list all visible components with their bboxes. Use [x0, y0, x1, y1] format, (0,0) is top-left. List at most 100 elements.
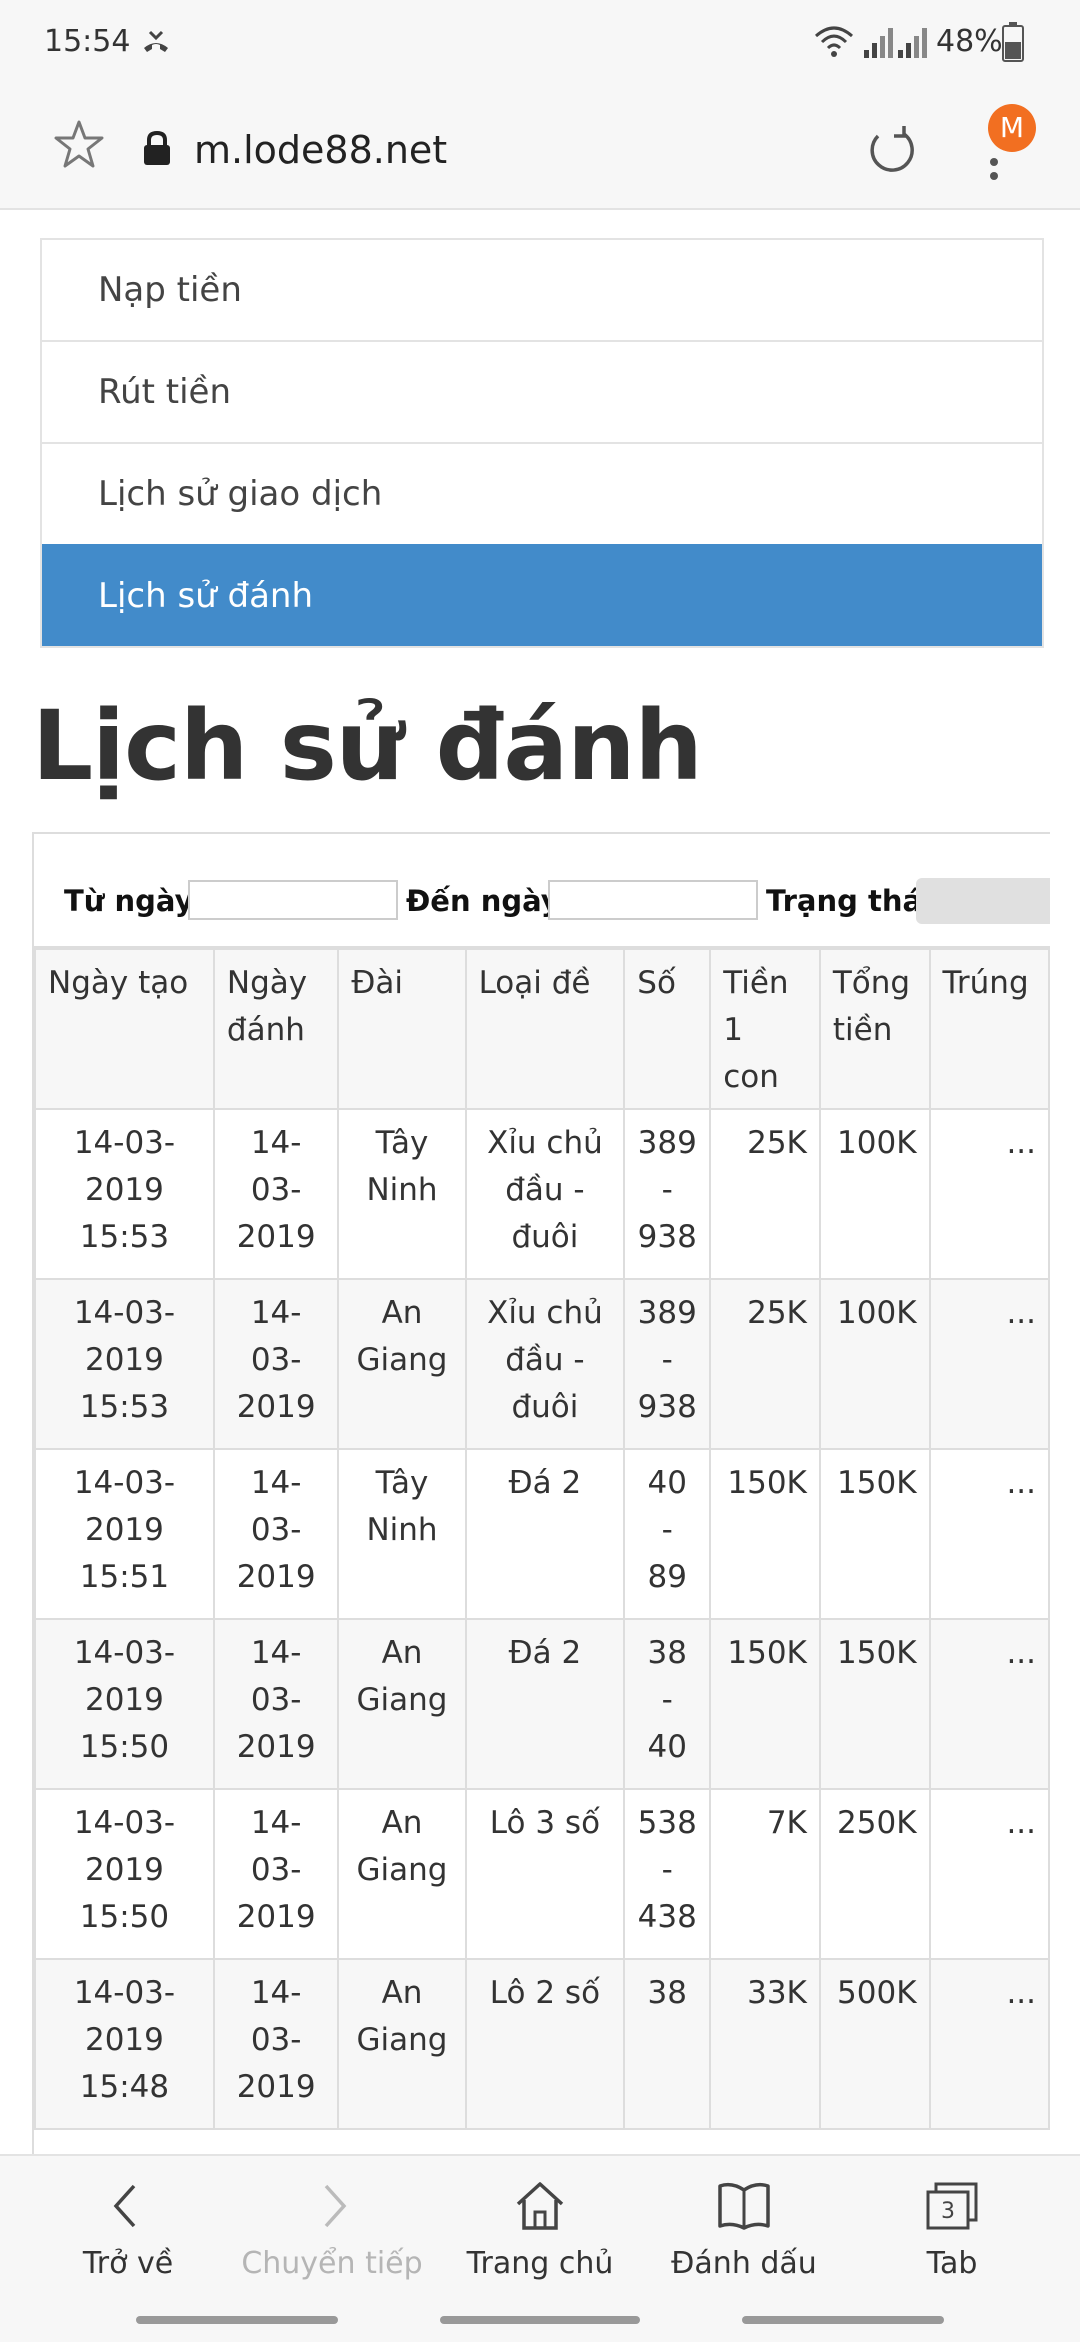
header-unit-amount[interactable]: Tiền 1 con	[709, 948, 821, 1110]
cell-bet-date: 14-03-2019	[212, 1958, 340, 2130]
home-icon	[516, 2182, 564, 2230]
missed-call-icon	[144, 30, 168, 52]
nav-bookmarks-label: Đánh dấu	[671, 2246, 817, 2281]
cell-bet-type: Lô 3 số	[464, 1788, 626, 1960]
cell-total-amount: 100K	[818, 1278, 931, 1450]
cell-total-amount: 500K	[818, 1958, 931, 2130]
nav-tabs-label: Tab	[926, 2246, 978, 2281]
cell-win: ...	[928, 1788, 1050, 1960]
cell-number: 389 - 938	[623, 1108, 712, 1280]
cell-station: An Giang	[337, 1278, 467, 1450]
cell-station: An Giang	[337, 1788, 467, 1960]
table-row: 14-03-2019 15:53 14-03-2019 Tây Ninh Xỉu…	[34, 1108, 1050, 1280]
nav-forward-button[interactable]: Chuyển tiếp	[232, 2176, 432, 2281]
header-bet-type[interactable]: Loại đề	[464, 948, 626, 1110]
cell-created: 14-03-2019 15:48	[34, 1958, 215, 2130]
cell-bet-date: 14-03-2019	[212, 1278, 340, 1450]
cell-win: ...	[928, 1108, 1050, 1280]
reload-icon[interactable]	[864, 122, 918, 176]
bookmark-book-icon	[718, 2182, 770, 2230]
tabs-icon: 3	[926, 2182, 978, 2230]
page-title: Lịch sử đánh	[32, 690, 703, 802]
tab-count: 3	[941, 2199, 955, 2224]
cell-unit-amount: 150K	[709, 1448, 821, 1620]
url-text[interactable]: m.lode88.net	[194, 128, 447, 172]
cell-total-amount: 100K	[818, 1108, 931, 1280]
battery-percent: 48%	[936, 24, 1003, 59]
table-row: 14-03-2019 15:48 14-03-2019 An Giang Lô …	[34, 1958, 1050, 2130]
status-bar: 15:54 48%	[0, 0, 1080, 88]
nav-back-button[interactable]: Trở về	[28, 2176, 228, 2281]
cell-unit-amount: 25K	[709, 1108, 821, 1280]
history-table-container[interactable]: Từ ngày Đến ngày Trạng thái Ngày tạo Ngà…	[32, 832, 1050, 2154]
lock-icon	[144, 130, 170, 165]
cell-total-amount: 150K	[818, 1448, 931, 1620]
cell-bet-type: Xỉu chủ đầu - đuôi	[464, 1108, 626, 1280]
status-label: Trạng thái	[766, 884, 932, 918]
header-win[interactable]: Trúng	[928, 948, 1050, 1110]
browser-toolbar: m.lode88.net M	[0, 88, 1080, 210]
cell-created: 14-03-2019 15:53	[34, 1278, 215, 1450]
cell-bet-type: Lô 2 số	[464, 1958, 626, 2130]
browser-bottom-nav: Trở về Chuyển tiếp Trang chủ Đánh dấu 3 …	[0, 2154, 1080, 2342]
to-date-input[interactable]	[548, 880, 758, 920]
signal-icon-2	[898, 28, 927, 58]
header-total-amount[interactable]: Tổng tiền	[818, 948, 931, 1110]
cell-number: 38 - 40	[623, 1618, 712, 1790]
cell-number: 40 - 89	[623, 1448, 712, 1620]
cell-bet-type: Đá 2	[464, 1448, 626, 1620]
cell-bet-date: 14-03-2019	[212, 1108, 340, 1280]
to-date-label: Đến ngày	[406, 884, 560, 918]
from-date-input[interactable]	[188, 880, 398, 920]
cell-unit-amount: 150K	[709, 1618, 821, 1790]
account-avatar[interactable]: M	[988, 104, 1036, 152]
nav-back-label: Trở về	[82, 2246, 174, 2281]
cell-station: An Giang	[337, 1618, 467, 1790]
cell-win: ...	[928, 1278, 1050, 1450]
wifi-icon	[815, 26, 853, 57]
cell-station: Tây Ninh	[337, 1108, 467, 1280]
cell-bet-type: Đá 2	[464, 1618, 626, 1790]
cell-station: An Giang	[337, 1958, 467, 2130]
cell-bet-date: 14-03-2019	[212, 1448, 340, 1620]
cell-number: 538 - 438	[623, 1788, 712, 1960]
table-row: 14-03-2019 15:50 14-03-2019 An Giang Lô …	[34, 1788, 1050, 1960]
status-select[interactable]	[916, 878, 1050, 924]
header-bet-date[interactable]: Ngày đánh	[212, 948, 340, 1110]
gesture-bar-left	[136, 2316, 338, 2324]
cell-number: 389 - 938	[623, 1278, 712, 1450]
menu-item-transaction-history[interactable]: Lịch sử giao dịch	[42, 442, 1042, 544]
bet-history-table: Ngày tạo Ngày đánh Đài Loại đề Số Tiền 1…	[34, 948, 1050, 2130]
cell-created: 14-03-2019 15:50	[34, 1618, 215, 1790]
battery-icon	[1002, 22, 1024, 62]
cell-bet-date: 14-03-2019	[212, 1618, 340, 1790]
cell-win: ...	[928, 1618, 1050, 1790]
cell-unit-amount: 25K	[709, 1278, 821, 1450]
signal-icon	[864, 28, 893, 58]
header-station[interactable]: Đài	[337, 948, 467, 1110]
cell-win: ...	[928, 1448, 1050, 1620]
cell-unit-amount: 33K	[709, 1958, 821, 2130]
cell-created: 14-03-2019 15:50	[34, 1788, 215, 1960]
gesture-bar-center	[440, 2316, 640, 2324]
header-created-date[interactable]: Ngày tạo	[34, 948, 215, 1110]
cell-unit-amount: 7K	[709, 1788, 821, 1960]
cell-number: 38	[623, 1958, 712, 2130]
status-time: 15:54	[44, 24, 131, 59]
nav-bookmarks-button[interactable]: Đánh dấu	[644, 2176, 844, 2281]
gesture-bar-right	[742, 2316, 944, 2324]
table-header-row: Ngày tạo Ngày đánh Đài Loại đề Số Tiền 1…	[34, 948, 1050, 1110]
nav-home-label: Trang chủ	[466, 2246, 614, 2281]
nav-tabs-button[interactable]: 3 Tab	[852, 2176, 1052, 2281]
menu-item-withdraw[interactable]: Rút tiền	[42, 340, 1042, 442]
menu-item-deposit[interactable]: Nạp tiền	[42, 238, 1042, 340]
forward-arrow-icon	[324, 2184, 347, 2228]
header-number[interactable]: Số	[623, 948, 712, 1110]
cell-total-amount: 150K	[818, 1618, 931, 1790]
cell-total-amount: 250K	[818, 1788, 931, 1960]
star-bookmark-icon[interactable]	[52, 118, 106, 172]
cell-station: Tây Ninh	[337, 1448, 467, 1620]
table-row: 14-03-2019 15:51 14-03-2019 Tây Ninh Đá …	[34, 1448, 1050, 1620]
nav-home-button[interactable]: Trang chủ	[440, 2176, 640, 2281]
menu-item-bet-history[interactable]: Lịch sử đánh	[42, 544, 1042, 646]
